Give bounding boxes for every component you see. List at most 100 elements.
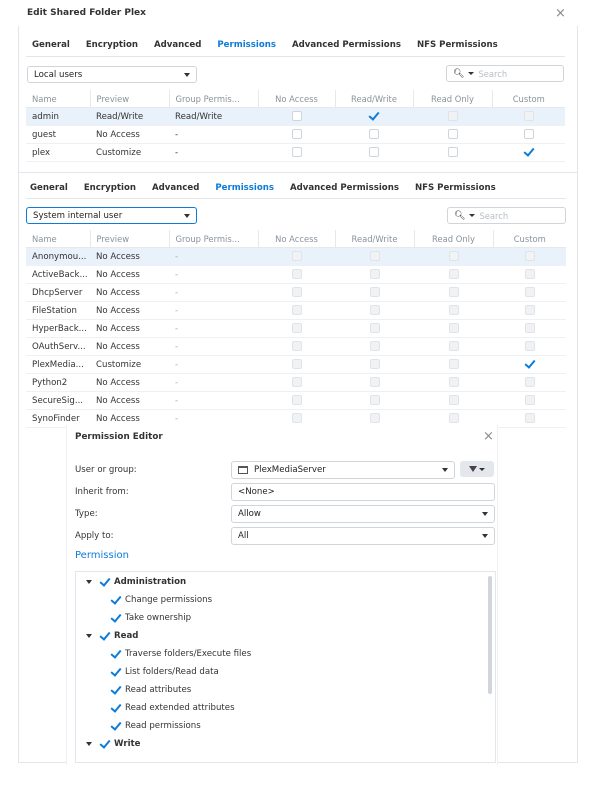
user-or-group-select[interactable]: PlexMediaServer — [231, 461, 455, 479]
read-write-checkbox[interactable] — [369, 269, 380, 280]
tab-advanced[interactable]: Advanced — [154, 40, 201, 50]
read-write-checkbox[interactable] — [369, 377, 380, 388]
read-write-checkbox[interactable] — [369, 323, 380, 334]
tab-nfs-permissions[interactable]: NFS Permissions — [415, 183, 496, 193]
read-write-checkbox[interactable] — [369, 413, 380, 424]
read-only-checkbox[interactable] — [448, 359, 459, 370]
column-header[interactable]: Read Only — [414, 230, 494, 248]
read-only-checkbox[interactable] — [448, 287, 459, 298]
custom-checkbox[interactable] — [524, 377, 535, 388]
no-access-checkbox[interactable] — [291, 305, 302, 316]
read-only-checkbox[interactable] — [448, 305, 459, 316]
read-only-checkbox[interactable] — [448, 413, 459, 424]
column-header[interactable]: Read Only — [413, 90, 493, 108]
tree-item[interactable]: List folders/Read data — [111, 667, 219, 677]
no-access-checkbox[interactable] — [291, 147, 302, 158]
table-row[interactable]: admin Read/Write Read/Write — [26, 107, 565, 126]
tree-item[interactable]: Take ownership — [111, 613, 191, 623]
custom-checkbox[interactable] — [523, 111, 534, 122]
table-row[interactable]: OAuthServ... No Access - — [26, 337, 566, 356]
apply-to-select[interactable]: All — [231, 527, 495, 545]
no-access-checkbox[interactable] — [291, 251, 302, 262]
read-only-checkbox[interactable] — [448, 251, 459, 262]
no-access-checkbox[interactable] — [291, 269, 302, 280]
tree-group-read[interactable]: Read — [86, 631, 138, 641]
custom-checkbox[interactable] — [525, 359, 535, 369]
filter-button[interactable] — [460, 461, 494, 477]
no-access-checkbox[interactable] — [291, 111, 302, 122]
tab-permissions[interactable]: Permissions — [217, 40, 276, 50]
custom-checkbox[interactable] — [524, 305, 535, 316]
table-row[interactable]: plex Customize - — [26, 143, 565, 162]
checkbox[interactable] — [111, 649, 121, 659]
checkbox[interactable] — [111, 703, 121, 713]
tab-nfs-permissions[interactable]: NFS Permissions — [417, 40, 498, 50]
column-header[interactable]: Group Permis... — [169, 230, 259, 248]
read-write-checkbox[interactable] — [369, 111, 379, 121]
checkbox[interactable] — [111, 613, 121, 623]
checkbox[interactable] — [111, 685, 121, 695]
read-only-checkbox[interactable] — [448, 323, 459, 334]
read-write-checkbox[interactable] — [369, 359, 380, 370]
search-input[interactable]: 🔍︎ Search — [447, 207, 566, 224]
read-write-checkbox[interactable] — [369, 251, 380, 262]
read-write-checkbox[interactable] — [369, 287, 380, 298]
expand-icon[interactable] — [86, 580, 92, 584]
column-header[interactable]: No Access — [258, 90, 336, 108]
tree-group-write[interactable]: Write — [86, 739, 140, 749]
custom-checkbox[interactable] — [523, 129, 534, 140]
read-write-checkbox[interactable] — [369, 341, 380, 352]
read-write-checkbox[interactable] — [369, 305, 380, 316]
tab-general[interactable]: General — [30, 183, 68, 193]
read-only-checkbox[interactable] — [448, 395, 459, 406]
tab-encryption[interactable]: Encryption — [86, 40, 138, 50]
checkbox[interactable] — [111, 721, 121, 731]
read-only-checkbox[interactable] — [448, 341, 459, 352]
read-only-checkbox[interactable] — [447, 147, 458, 158]
column-header[interactable]: Group Permis... — [169, 90, 259, 108]
custom-checkbox[interactable] — [524, 147, 534, 157]
checkbox[interactable] — [100, 631, 110, 641]
custom-checkbox[interactable] — [524, 395, 535, 406]
column-header[interactable]: No Access — [258, 230, 336, 248]
no-access-checkbox[interactable] — [291, 287, 302, 298]
table-row[interactable]: PlexMedia... Customize - — [26, 355, 566, 374]
table-row[interactable]: Anonymou... No Access - — [26, 247, 566, 266]
table-row[interactable]: DhcpServer No Access - — [26, 283, 566, 302]
column-header[interactable]: Name — [26, 90, 91, 108]
column-header[interactable]: Preview — [90, 90, 170, 108]
column-header[interactable]: Name — [26, 230, 91, 248]
custom-checkbox[interactable] — [524, 269, 535, 280]
expand-icon[interactable] — [86, 742, 92, 746]
expand-icon[interactable] — [86, 634, 92, 638]
no-access-checkbox[interactable] — [291, 413, 302, 424]
user-type-select[interactable]: Local users — [27, 66, 197, 83]
table-row[interactable]: Python2 No Access - — [26, 373, 566, 392]
checkbox[interactable] — [100, 739, 110, 749]
column-header[interactable]: Custom — [492, 90, 565, 108]
custom-checkbox[interactable] — [524, 413, 535, 424]
user-type-select[interactable]: System internal user — [26, 207, 197, 224]
close-icon[interactable]: × — [555, 6, 566, 21]
search-input[interactable]: 🔍︎ Search — [446, 65, 564, 82]
tree-item[interactable]: Traverse folders/Execute files — [111, 649, 251, 659]
custom-checkbox[interactable] — [524, 287, 535, 298]
custom-checkbox[interactable] — [524, 251, 535, 262]
tab-general[interactable]: General — [32, 40, 70, 50]
table-row[interactable]: HyperBack... No Access - — [26, 319, 566, 338]
tree-item[interactable]: Change permissions — [111, 595, 212, 605]
read-only-checkbox[interactable] — [448, 377, 459, 388]
read-only-checkbox[interactable] — [447, 111, 458, 122]
custom-checkbox[interactable] — [524, 323, 535, 334]
tree-item[interactable]: Read permissions — [111, 721, 201, 731]
column-header[interactable]: Custom — [493, 230, 566, 248]
table-row[interactable]: ActiveBack... No Access - — [26, 265, 566, 284]
table-row[interactable]: FileStation No Access - — [26, 301, 566, 320]
read-write-checkbox[interactable] — [369, 395, 380, 406]
read-only-checkbox[interactable] — [447, 129, 458, 140]
table-row[interactable]: guest No Access - — [26, 125, 565, 144]
tab-advanced-permissions[interactable]: Advanced Permissions — [290, 183, 399, 193]
read-write-checkbox[interactable] — [369, 129, 379, 140]
no-access-checkbox[interactable] — [291, 377, 302, 388]
tab-advanced-permissions[interactable]: Advanced Permissions — [292, 40, 401, 50]
